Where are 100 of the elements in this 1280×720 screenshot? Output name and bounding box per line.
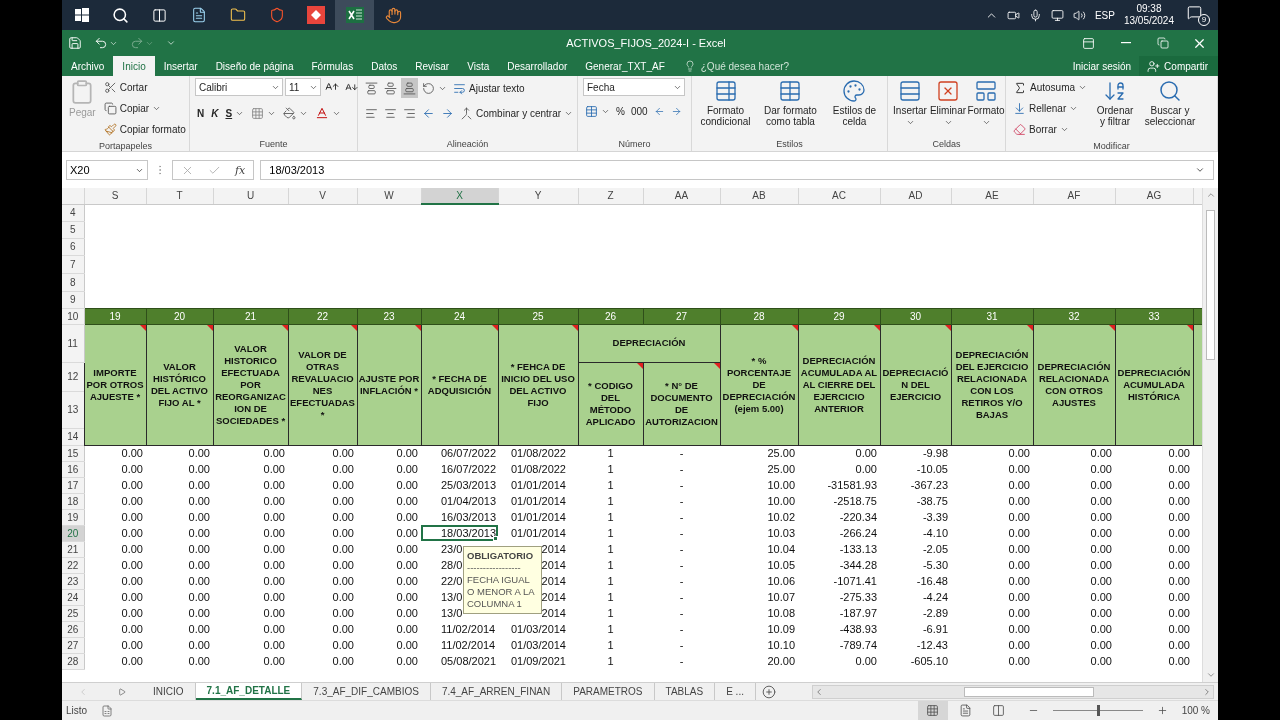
ribbon-tab[interactable]: Inicio [113, 56, 155, 76]
table-cell[interactable]: 0.00 [357, 461, 421, 477]
table-cell[interactable]: 01/08/2022 [498, 461, 578, 477]
cells-button[interactable]: Eliminar [931, 78, 965, 137]
table-cell[interactable]: 0.00 [798, 653, 880, 669]
table-cell[interactable]: 01/09/2021 [498, 653, 578, 669]
table-cell[interactable]: 0.00 [357, 621, 421, 637]
table-cell[interactable]: 0.00 [146, 509, 213, 525]
column-header[interactable]: V [288, 188, 357, 204]
number-format-field[interactable]: Fecha [583, 78, 685, 96]
table-cell[interactable]: 0.00 [1033, 525, 1115, 541]
table-cell[interactable]: - [643, 493, 720, 509]
table-cell[interactable]: 0.00 [357, 557, 421, 573]
table-cell[interactable]: 01/01/2014 [498, 509, 578, 525]
table-cell[interactable]: 1 [578, 557, 643, 573]
table-cell[interactable]: 16/03/2013 [421, 509, 498, 525]
table-cell[interactable]: -220.34 [798, 509, 880, 525]
table-cell[interactable]: -16.48 [880, 573, 951, 589]
table-cell[interactable]: 0.00 [84, 525, 146, 541]
table-cell[interactable]: 0.00 [951, 477, 1033, 493]
table-cell[interactable]: -789.74 [798, 637, 880, 653]
percent-button[interactable]: % [614, 101, 627, 121]
table-cell[interactable]: 0.00 [951, 605, 1033, 621]
table-cell[interactable]: 25.00 [720, 461, 798, 477]
table-cell[interactable]: 05/08/2021 [421, 653, 498, 669]
table-cell[interactable]: 1 [578, 445, 643, 461]
table-cell[interactable]: 0.00 [951, 637, 1033, 653]
table-cell[interactable]: 10.09 [720, 621, 798, 637]
ribbon-tab[interactable]: Desarrollador [498, 56, 577, 76]
font-name-field[interactable]: Calibri [195, 78, 283, 96]
table-cell[interactable]: - [643, 653, 720, 669]
table-cell[interactable]: -133.13 [798, 541, 880, 557]
ribbon-tab[interactable]: Diseño de página [206, 56, 303, 76]
insert-function-button[interactable]: fx [235, 163, 246, 177]
table-cell[interactable]: 1 [578, 477, 643, 493]
table-cell[interactable]: 0.00 [357, 637, 421, 653]
table-cell[interactable]: 0.00 [84, 637, 146, 653]
table-cell[interactable]: 0.00 [213, 477, 288, 493]
copy-button[interactable]: Copiar [101, 99, 188, 118]
table-cell[interactable]: 0.00 [951, 493, 1033, 509]
table-cell[interactable]: 01/04/2013 [421, 493, 498, 509]
table-cell[interactable]: 0.00 [1033, 509, 1115, 525]
table-cell[interactable]: 0.00 [288, 493, 357, 509]
table-cell[interactable]: 1 [578, 637, 643, 653]
table-cell[interactable]: 11/02/2014 [421, 621, 498, 637]
column-header[interactable]: AG [1115, 188, 1193, 204]
table-cell[interactable]: - [643, 445, 720, 461]
table-cell[interactable]: 0.00 [213, 621, 288, 637]
table-cell[interactable]: 0.00 [1033, 605, 1115, 621]
table-cell[interactable]: 0.00 [84, 509, 146, 525]
table-cell[interactable]: 0.00 [951, 653, 1033, 669]
table-cell[interactable]: - [643, 589, 720, 605]
table-cell[interactable]: 0.00 [146, 525, 213, 541]
active-cell[interactable]: 18/03/2013 [421, 525, 498, 541]
table-cell[interactable]: 10.03 [720, 525, 798, 541]
table-cell[interactable]: - [643, 573, 720, 589]
column-header[interactable]: Z [578, 188, 643, 204]
table-cell[interactable]: 0.00 [146, 589, 213, 605]
table-cell[interactable]: 01/08/2022 [498, 445, 578, 461]
align-bottom-button[interactable] [401, 78, 418, 98]
row-number[interactable]: 13 [62, 391, 84, 428]
table-cell[interactable]: 0.00 [146, 573, 213, 589]
table-cell[interactable]: 0.00 [288, 605, 357, 621]
table-cell[interactable]: - [643, 541, 720, 557]
table-cell[interactable]: 0.00 [213, 493, 288, 509]
table-cell[interactable]: 0.00 [213, 461, 288, 477]
table-cell[interactable]: 0.00 [1033, 445, 1115, 461]
table-cell[interactable]: 25/03/2013 [421, 477, 498, 493]
table-cell[interactable]: 0.00 [357, 541, 421, 557]
table-cell[interactable]: 01/01/2014 [498, 525, 578, 541]
table-cell[interactable]: 0.00 [798, 445, 880, 461]
table-cell[interactable]: 0.00 [357, 653, 421, 669]
table-cell[interactable]: 0.00 [951, 509, 1033, 525]
table-cell[interactable]: 10.08 [720, 605, 798, 621]
cells-button[interactable]: Formato [969, 78, 1003, 137]
table-cell[interactable]: 0.00 [84, 477, 146, 493]
table-cell[interactable]: -1071.41 [798, 573, 880, 589]
table-cell[interactable]: -4.10 [880, 525, 951, 541]
table-cell[interactable]: 0.00 [84, 445, 146, 461]
row-number[interactable]: 11 [62, 324, 84, 362]
table-cell[interactable]: 0.00 [213, 557, 288, 573]
table-cell[interactable]: 0.00 [146, 461, 213, 477]
table-cell[interactable]: 0.00 [146, 541, 213, 557]
table-cell[interactable]: -605.10 [880, 653, 951, 669]
table-cell[interactable]: 1 [578, 493, 643, 509]
table-cell[interactable]: -4.24 [880, 589, 951, 605]
horizontal-scrollbar[interactable] [811, 684, 1214, 699]
table-cell[interactable]: 01/03/2014 [498, 621, 578, 637]
table-cell[interactable]: - [643, 461, 720, 477]
table-cell[interactable]: 0.00 [213, 589, 288, 605]
name-box[interactable]: X20 [66, 160, 148, 180]
scrollbar-thumb[interactable] [1206, 210, 1215, 360]
table-cell[interactable]: 0.00 [1115, 493, 1193, 509]
table-cell[interactable]: 1 [578, 605, 643, 621]
cut-button[interactable]: Cortar [101, 78, 188, 97]
table-cell[interactable]: 0.00 [146, 653, 213, 669]
table-cell[interactable]: 0.00 [288, 653, 357, 669]
cells-button[interactable]: Insertar [893, 78, 927, 137]
table-cell[interactable]: - [643, 605, 720, 621]
table-cell[interactable]: -6.91 [880, 621, 951, 637]
